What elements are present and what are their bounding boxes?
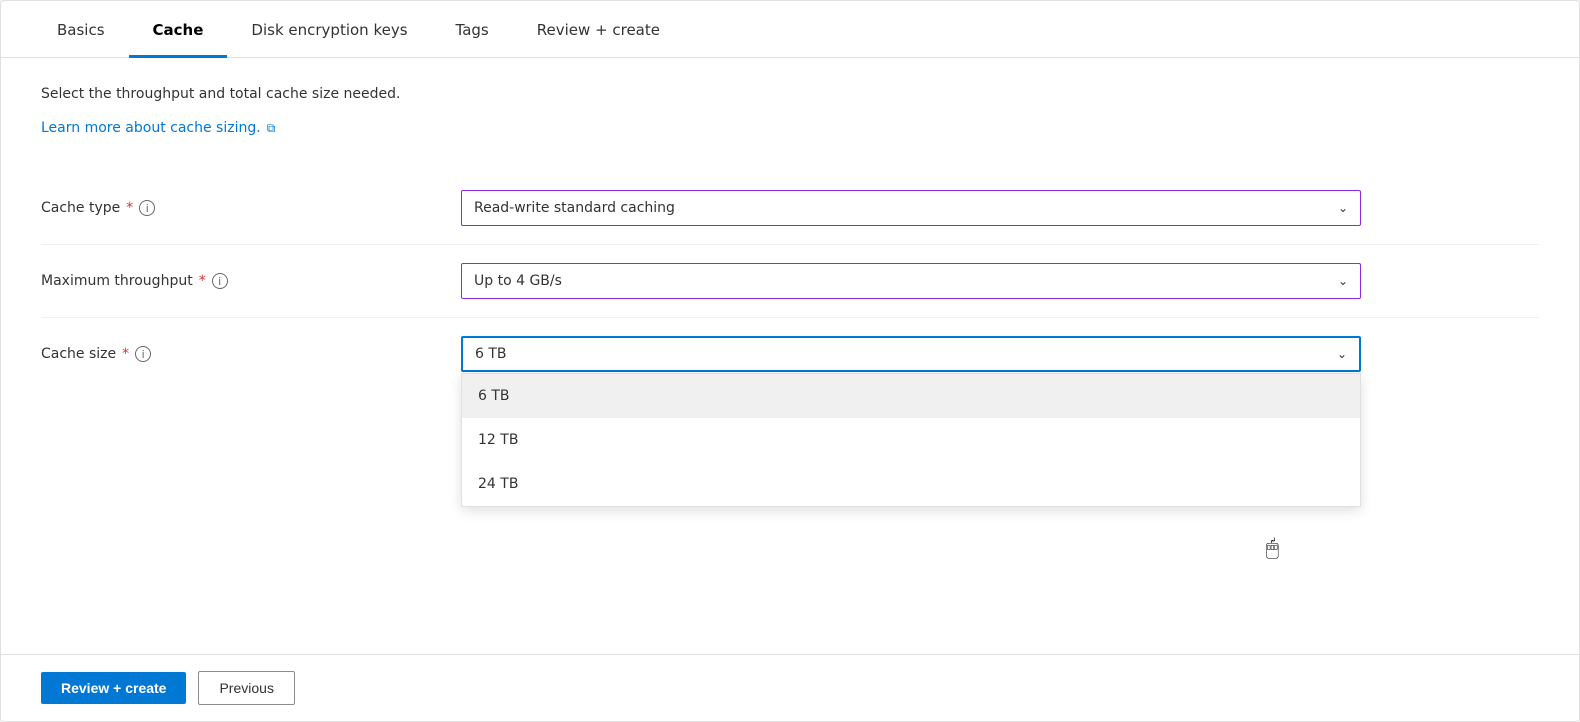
- tab-review-create[interactable]: Review + create: [513, 1, 684, 58]
- label-cache-type-text: Cache type: [41, 200, 120, 216]
- label-max-throughput: Maximum throughput * i: [41, 273, 461, 289]
- tab-basics[interactable]: Basics: [33, 1, 129, 58]
- dropdown-option-12tb[interactable]: 12 TB: [462, 418, 1360, 462]
- tab-tags[interactable]: Tags: [432, 1, 513, 58]
- description-text: Select the throughput and total cache si…: [41, 86, 1539, 102]
- label-cache-type: Cache type * i: [41, 200, 461, 216]
- dropdown-max-throughput-value: Up to 4 GB/s: [474, 273, 562, 289]
- dropdown-max-throughput[interactable]: Up to 4 GB/s ⌄: [461, 263, 1361, 299]
- tabs-bar: Basics Cache Disk encryption keys Tags R…: [1, 1, 1579, 58]
- label-cache-size-text: Cache size: [41, 346, 116, 362]
- learn-more-text: Learn more about cache sizing.: [41, 120, 261, 136]
- page-container: Basics Cache Disk encryption keys Tags R…: [0, 0, 1580, 722]
- info-icon-throughput[interactable]: i: [212, 273, 228, 289]
- dropdown-cache-size-value: 6 TB: [475, 346, 507, 362]
- bottom-bar: Review + create Previous: [1, 654, 1579, 721]
- external-link-icon: ⧉: [267, 121, 276, 136]
- form-row-cache-type: Cache type * i Read-write standard cachi…: [41, 172, 1539, 245]
- chevron-down-icon-throughput: ⌄: [1338, 274, 1348, 288]
- form-row-cache-size: Cache size * i 6 TB ⌄ 6 TB 12 TB 24 TB: [41, 318, 1539, 390]
- content-area: Select the throughput and total cache si…: [1, 58, 1579, 654]
- info-icon-cache-size[interactable]: i: [135, 346, 151, 362]
- chevron-down-icon-cache-size: ⌄: [1337, 347, 1347, 361]
- form-section: Cache type * i Read-write standard cachi…: [41, 172, 1539, 390]
- tab-disk-encryption-keys[interactable]: Disk encryption keys: [227, 1, 431, 58]
- required-star-throughput: *: [199, 273, 206, 289]
- dropdown-option-24tb[interactable]: 24 TB: [462, 462, 1360, 506]
- field-control-cache-size: 6 TB ⌄ 6 TB 12 TB 24 TB: [461, 336, 1361, 372]
- review-create-button[interactable]: Review + create: [41, 672, 186, 704]
- dropdown-cache-size-menu: 6 TB 12 TB 24 TB: [461, 373, 1361, 507]
- learn-more-link[interactable]: Learn more about cache sizing. ⧉: [41, 120, 275, 136]
- dropdown-cache-type-value: Read-write standard caching: [474, 200, 675, 216]
- chevron-down-icon-cache-type: ⌄: [1338, 201, 1348, 215]
- dropdown-cache-size[interactable]: 6 TB ⌄: [461, 336, 1361, 372]
- form-row-max-throughput: Maximum throughput * i Up to 4 GB/s ⌄: [41, 245, 1539, 318]
- required-star-cache-type: *: [126, 200, 133, 216]
- tab-cache[interactable]: Cache: [129, 1, 228, 58]
- dropdown-cache-type[interactable]: Read-write standard caching ⌄: [461, 190, 1361, 226]
- label-max-throughput-text: Maximum throughput: [41, 273, 193, 289]
- field-control-max-throughput: Up to 4 GB/s ⌄: [461, 263, 1361, 299]
- previous-button[interactable]: Previous: [198, 671, 294, 705]
- label-cache-size: Cache size * i: [41, 346, 461, 362]
- field-control-cache-type: Read-write standard caching ⌄: [461, 190, 1361, 226]
- dropdown-option-6tb[interactable]: 6 TB: [462, 374, 1360, 418]
- required-star-cache-size: *: [122, 346, 129, 362]
- info-icon-cache-type[interactable]: i: [139, 200, 155, 216]
